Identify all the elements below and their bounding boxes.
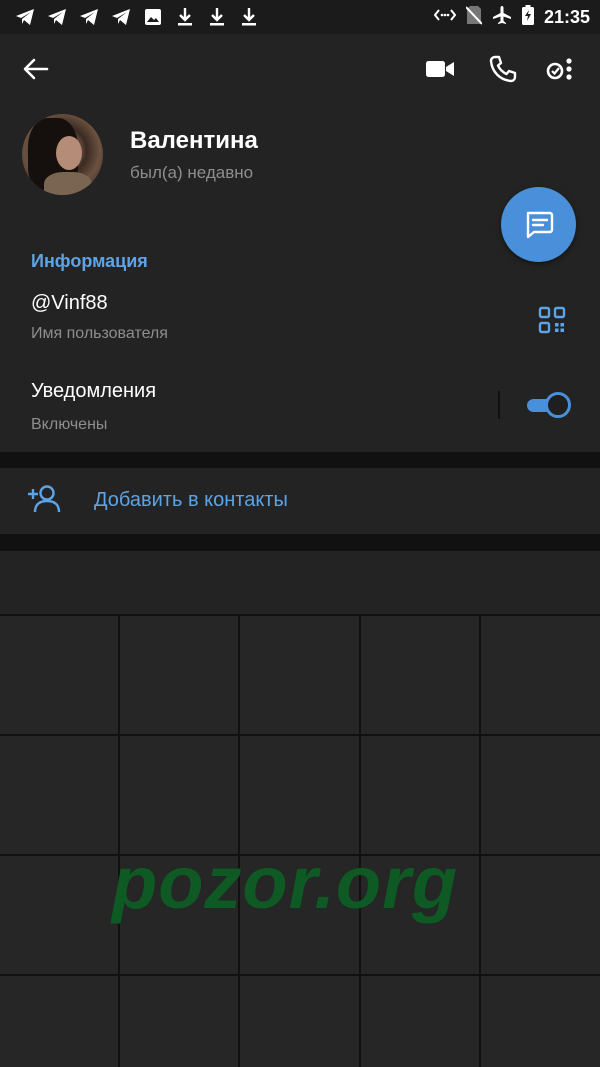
media-tabs-bar xyxy=(0,551,600,614)
download-icon xyxy=(174,6,196,28)
row-divider xyxy=(498,391,500,419)
message-icon xyxy=(526,211,553,238)
info-section-title: Информация xyxy=(31,251,148,271)
add-contact-label[interactable]: Добавить в контакты xyxy=(94,489,288,512)
system-icons: 21:35 xyxy=(433,5,590,30)
no-sim-icon xyxy=(465,5,483,30)
status-bar: 21:35 xyxy=(0,0,600,34)
media-grid-cell[interactable] xyxy=(361,736,479,854)
media-grid-cell[interactable] xyxy=(481,976,600,1067)
download-icon xyxy=(238,6,260,28)
media-grid-cell[interactable] xyxy=(361,616,479,734)
nfc-icon xyxy=(433,8,457,27)
telegram-icon xyxy=(46,6,68,28)
video-call-button[interactable] xyxy=(418,47,462,91)
avatar-photo-face xyxy=(56,136,82,170)
notification-icons xyxy=(14,6,260,28)
qr-code-icon xyxy=(538,306,566,334)
voice-call-button[interactable] xyxy=(481,47,525,91)
airplane-icon xyxy=(492,5,512,30)
qr-code-button[interactable] xyxy=(532,300,572,340)
media-grid-cell[interactable] xyxy=(0,976,118,1067)
back-arrow-icon xyxy=(23,58,49,80)
last-seen-status: был(а) недавно xyxy=(130,163,254,182)
media-grid-cell[interactable] xyxy=(120,976,238,1067)
media-grid-cell[interactable] xyxy=(481,736,600,854)
media-grid-cell[interactable] xyxy=(0,616,118,734)
notifications-row[interactable]: Уведомления Включены xyxy=(0,370,600,440)
notifications-status: Включены xyxy=(31,416,108,433)
username-label: Имя пользователя xyxy=(31,325,168,342)
media-grid-cell[interactable] xyxy=(240,976,359,1067)
username-row[interactable]: @Vinf88 Имя пользователя xyxy=(0,283,500,349)
clock: 21:35 xyxy=(543,7,590,27)
media-grid-cell[interactable] xyxy=(240,736,359,854)
video-call-icon xyxy=(426,61,454,77)
back-button[interactable] xyxy=(14,47,58,91)
image-icon xyxy=(142,6,164,28)
telegram-icon xyxy=(78,6,100,28)
username-value: @Vinf88 xyxy=(31,292,108,314)
notifications-toggle[interactable] xyxy=(527,392,573,418)
profile-name: Валентина xyxy=(130,127,258,154)
media-grid-cell[interactable] xyxy=(361,976,479,1067)
media-grid-cell[interactable] xyxy=(240,616,359,734)
telegram-icon xyxy=(110,6,132,28)
media-grid-cell[interactable] xyxy=(120,736,238,854)
media-grid-cell[interactable] xyxy=(481,616,600,734)
more-options-button[interactable] xyxy=(538,47,582,91)
telegram-icon xyxy=(14,6,36,28)
notifications-title: Уведомления xyxy=(31,380,157,402)
media-grid-cell[interactable] xyxy=(120,616,238,734)
section-gap xyxy=(0,452,600,468)
more-icon xyxy=(546,58,572,80)
send-message-button[interactable] xyxy=(501,187,576,262)
download-icon xyxy=(206,6,228,28)
media-grid-cell[interactable] xyxy=(481,856,600,974)
avatar[interactable] xyxy=(22,114,103,195)
media-grid-cell[interactable] xyxy=(0,856,118,974)
media-grid-cell[interactable] xyxy=(0,736,118,854)
toggle-knob xyxy=(545,392,571,418)
section-gap xyxy=(0,534,600,551)
avatar-photo-body xyxy=(44,172,92,195)
watermark: pozor.org xyxy=(112,841,459,924)
battery-charging-icon xyxy=(521,5,534,30)
add-contact-row[interactable] xyxy=(0,468,600,534)
phone-icon xyxy=(489,55,517,83)
add-user-icon xyxy=(26,484,62,519)
